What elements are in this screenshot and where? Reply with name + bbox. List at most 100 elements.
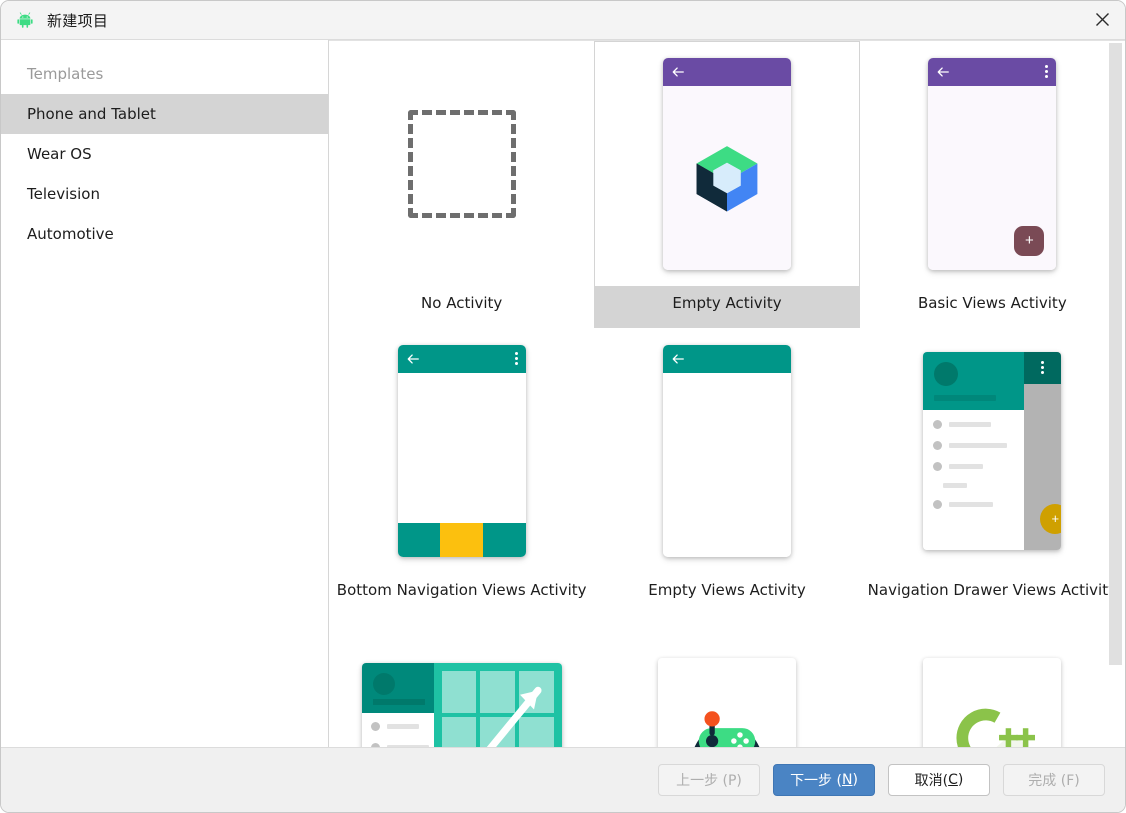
- cancel-button-mnemonic: C: [948, 772, 958, 788]
- responsive-grid-phone-icon: [362, 663, 562, 748]
- cancel-button-label-pre: 取消(: [915, 770, 948, 790]
- android-robot-icon: [15, 10, 35, 30]
- back-arrow-icon: [936, 65, 950, 79]
- template-thumbnail: [329, 615, 594, 747]
- list-item-text-placeholder: [949, 464, 983, 469]
- template-label: Empty Views Activity: [594, 573, 859, 615]
- template-card-responsive-views-activity[interactable]: Responsive Views Activity: [329, 615, 594, 747]
- list-item-text-placeholder: [387, 724, 419, 729]
- template-thumbnail: [594, 41, 859, 286]
- drawer-name-placeholder: [934, 395, 996, 401]
- cpp-logo-icon: [949, 700, 1035, 748]
- vertical-scrollbar[interactable]: [1109, 43, 1122, 665]
- drawer-header: [923, 352, 1024, 410]
- template-card-bottom-navigation-views-activity[interactable]: Bottom Navigation Views Activity: [329, 328, 594, 615]
- phone-content: +: [928, 86, 1056, 270]
- phone-content: [663, 86, 791, 270]
- template-card-no-activity[interactable]: No Activity: [329, 41, 594, 328]
- sidebar-item-phone-and-tablet[interactable]: Phone and Tablet: [1, 94, 328, 134]
- finish-button-label: 完成 (F): [1028, 770, 1079, 790]
- bullet-icon: [933, 462, 942, 471]
- template-thumbnail: [329, 41, 594, 286]
- drawer-panel: [923, 352, 1024, 550]
- jetpack-compose-logo-icon: [689, 140, 765, 216]
- templates-grid: No Activity: [329, 41, 1125, 747]
- avatar: [934, 362, 958, 386]
- sidebar-item-television[interactable]: Television: [1, 174, 328, 214]
- drawer-name-placeholder: [373, 699, 425, 705]
- next-button-label-post: ): [852, 772, 857, 788]
- sidebar-item-label: Wear OS: [27, 145, 92, 163]
- navigation-drawer-phone-icon: +: [923, 352, 1061, 550]
- list-item-text-placeholder: [949, 502, 993, 507]
- list-item: [933, 462, 1024, 471]
- template-thumbnail: [594, 328, 859, 573]
- new-project-dialog: 新建项目 Templates Phone and Tablet Wear OS …: [0, 0, 1126, 813]
- template-card-empty-activity[interactable]: Empty Activity: [594, 41, 859, 328]
- sidebar-item-label: Phone and Tablet: [27, 105, 156, 123]
- templates-pane: No Activity: [329, 40, 1125, 747]
- bullet-icon: [371, 722, 380, 731]
- compose-logo-phone-icon: [663, 58, 791, 270]
- title-bar: 新建项目: [1, 1, 1125, 40]
- gamepad-icon: [685, 708, 769, 748]
- template-card-navigation-drawer-views-activity[interactable]: + Navigation Drawer Views Activity: [860, 328, 1125, 615]
- overflow-menu-icon: [515, 352, 518, 365]
- template-thumbnail: +: [860, 41, 1125, 286]
- sidebar-item-automotive[interactable]: Automotive: [1, 214, 328, 254]
- bullet-icon: [933, 441, 942, 450]
- template-card-native-cpp[interactable]: Native C++: [860, 615, 1125, 747]
- overflow-menu-icon: [1041, 361, 1044, 374]
- next-button-mnemonic: N: [842, 772, 852, 788]
- template-card-empty-views-activity[interactable]: Empty Views Activity: [594, 328, 859, 615]
- cancel-button-label-post: ): [958, 772, 963, 788]
- drawer-item-list: [923, 410, 1024, 509]
- template-thumbnail: +: [860, 328, 1125, 573]
- phone-appbar: [928, 58, 1056, 86]
- list-item: [371, 722, 434, 731]
- back-arrow-icon: [671, 65, 685, 79]
- resize-arrow-icon: [434, 663, 562, 748]
- purple-appbar-fab-phone-icon: +: [928, 58, 1056, 270]
- list-item-text-placeholder: [949, 422, 991, 427]
- back-arrow-icon: [406, 352, 420, 366]
- back-arrow-icon: [671, 352, 685, 366]
- close-icon[interactable]: [1079, 1, 1125, 38]
- phone-appbar: [398, 345, 526, 373]
- floating-action-button-icon: +: [1014, 226, 1044, 256]
- template-thumbnail: [329, 328, 594, 573]
- list-item: [933, 500, 1024, 509]
- list-item: [933, 420, 1024, 429]
- bottom-navigation-bar-icon: [398, 523, 526, 557]
- template-card-basic-views-activity[interactable]: + Basic Views Activity: [860, 41, 1125, 328]
- cpp-card: [923, 658, 1061, 748]
- dialog-footer: 上一步 (P) 下一步 (N) 取消(C) 完成 (F): [1, 747, 1125, 812]
- dialog-title: 新建项目: [47, 10, 108, 31]
- template-label: Navigation Drawer Views Activity: [860, 573, 1125, 615]
- phone-content: [398, 373, 526, 523]
- sidebar-item-wear-os[interactable]: Wear OS: [1, 134, 328, 174]
- template-label: Empty Activity: [594, 286, 859, 328]
- template-label: No Activity: [329, 286, 594, 328]
- next-button[interactable]: 下一步 (N): [773, 764, 875, 796]
- sidebar-item-label: Television: [27, 185, 100, 203]
- template-card-game-activity[interactable]: Game Activity (C++): [594, 615, 859, 747]
- phone-appbar: [1024, 352, 1061, 384]
- gamepad-card: [658, 658, 796, 748]
- template-label: Basic Views Activity: [860, 286, 1125, 328]
- sidebar-item-label: Automotive: [27, 225, 114, 243]
- finish-button[interactable]: 完成 (F): [1003, 764, 1105, 796]
- phone-appbar: [663, 345, 791, 373]
- cancel-button[interactable]: 取消(C): [888, 764, 990, 796]
- template-label: Bottom Navigation Views Activity: [329, 573, 594, 615]
- bullet-icon: [371, 743, 380, 748]
- list-item-text-placeholder: [949, 443, 1007, 448]
- drawer-divider: [943, 483, 967, 488]
- bullet-icon: [933, 500, 942, 509]
- overflow-menu-icon: [1045, 65, 1048, 78]
- teal-appbar-phone-icon: [663, 345, 791, 557]
- previous-button[interactable]: 上一步 (P): [658, 764, 760, 796]
- drawer-scrim: +: [1024, 352, 1061, 550]
- list-item-text-placeholder: [387, 745, 429, 748]
- phone-content: [663, 373, 791, 557]
